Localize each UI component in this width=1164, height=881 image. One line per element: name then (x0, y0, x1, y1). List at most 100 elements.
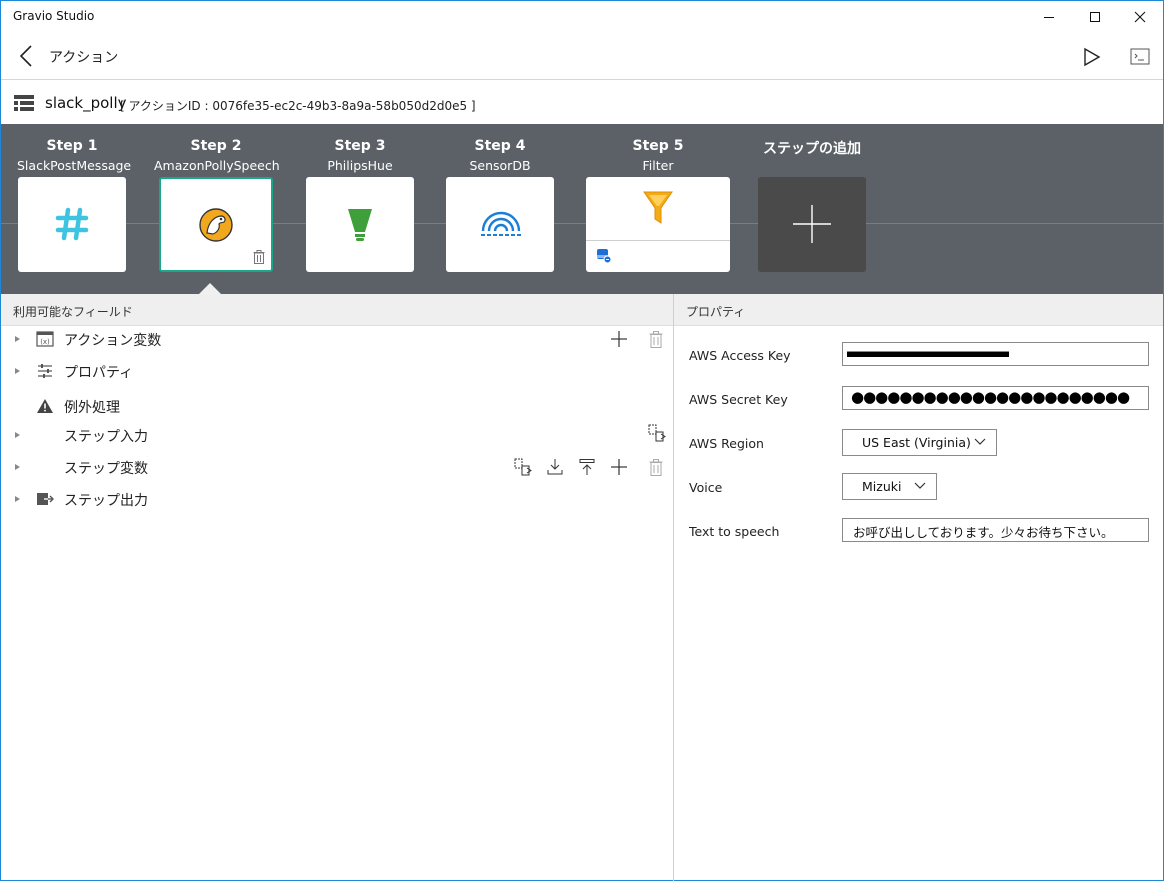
row-label: プロパティ (64, 365, 134, 381)
row-label: 例外処理 (64, 400, 120, 416)
row-label: ステップ出力 (64, 493, 148, 509)
sliders-icon (38, 364, 52, 378)
tree-row-step-variables[interactable]: ステップ変数 (1, 453, 673, 483)
maximize-button[interactable] (1072, 1, 1118, 33)
back-button[interactable] (13, 43, 39, 69)
masked-text (847, 351, 1009, 357)
app-title: Gravio Studio (13, 9, 95, 23)
trash-icon (649, 458, 663, 476)
aws-region-select[interactable]: US East (Virginia) (842, 429, 997, 456)
nav-bar: アクション (1, 33, 1163, 79)
step-number: Step 1 (46, 138, 98, 154)
mapping-icon (648, 424, 666, 442)
expand-icon[interactable] (15, 464, 20, 470)
export-button[interactable] (576, 456, 598, 478)
output-icon (37, 493, 54, 505)
close-icon (1134, 11, 1146, 23)
expand-icon[interactable] (15, 432, 20, 438)
hue-bulb-icon (348, 209, 372, 241)
plus-icon (611, 459, 627, 475)
select-value: US East (Virginia) (862, 435, 971, 450)
step-number: Step 2 (190, 138, 242, 154)
selected-step-pointer (199, 283, 221, 294)
minimize-icon (1044, 17, 1054, 18)
tree-row-action-variables[interactable]: (x) アクション変数 (1, 325, 673, 355)
trash-icon (649, 330, 663, 348)
step-card[interactable] (586, 177, 730, 272)
fields-panel-header: 利用可能なフィールド (1, 294, 673, 326)
sensor-wave-icon (481, 211, 521, 236)
action-id: [ アクションID : 0076fe35-ec2c-49b3-8a9a-58b0… (120, 99, 476, 113)
aws-region-label: AWS Region (689, 436, 764, 451)
text-to-speech-label: Text to speech (689, 524, 780, 539)
step-number: Step 4 (474, 138, 526, 154)
select-value: Mizuki (862, 479, 902, 494)
variable-icon: (x) (36, 331, 54, 347)
row-label: ステップ入力 (64, 429, 148, 445)
voice-label: Voice (689, 480, 723, 495)
tree-row-step-input[interactable]: ステップ入力 (1, 421, 673, 451)
play-icon (1084, 47, 1101, 67)
text-to-speech-input[interactable]: お呼び出ししております。少々お待ち下さい。 (842, 518, 1149, 542)
aws-access-key-input[interactable] (842, 342, 1149, 366)
add-step-label: ステップの追加 (763, 141, 861, 157)
console-icon (1130, 48, 1150, 65)
tree-row-properties[interactable]: プロパティ (1, 357, 673, 387)
expand-icon[interactable] (15, 336, 20, 342)
aws-secret-key-label: AWS Secret Key (689, 392, 788, 407)
step-card-selected[interactable] (159, 177, 273, 272)
title-bar: Gravio Studio (1, 1, 1163, 33)
delete-variable-button[interactable] (645, 328, 667, 350)
row-label: アクション変数 (64, 333, 162, 349)
close-button[interactable] (1117, 1, 1163, 33)
step-number: Step 3 (334, 138, 386, 154)
voice-select[interactable]: Mizuki (842, 473, 937, 500)
card-divider (586, 240, 730, 241)
step-type: AmazonPollySpeech (154, 158, 280, 173)
svg-text:(x): (x) (40, 338, 50, 346)
chevron-down-icon (974, 438, 986, 445)
maximize-icon (1090, 12, 1100, 22)
delete-step-icon[interactable] (253, 250, 265, 264)
add-step-variable-button[interactable] (608, 456, 630, 478)
tree-row-step-output[interactable]: ステップ出力 (1, 485, 673, 515)
minimize-button[interactable] (1026, 1, 1072, 33)
password-dots: ●●●●●●●●●●●●●●●●●●●●●●● (851, 388, 1130, 406)
warning-icon (37, 399, 53, 413)
add-variable-button[interactable] (608, 328, 630, 350)
expand-icon[interactable] (15, 496, 20, 502)
step-type: SlackPostMessage (17, 158, 132, 173)
step-card[interactable] (306, 177, 414, 272)
plus-icon (611, 331, 627, 347)
database-condition-icon[interactable] (596, 248, 612, 264)
upload-icon (579, 459, 595, 475)
action-name: slack_polly (45, 94, 127, 112)
back-arrow-icon (19, 45, 32, 67)
console-button[interactable] (1127, 45, 1153, 69)
tree-row-exception-handling[interactable]: 例外処理 (1, 392, 673, 422)
download-icon (547, 459, 563, 475)
step-type: SensorDB (469, 158, 531, 173)
add-step-button[interactable] (758, 177, 866, 272)
import-button[interactable] (544, 456, 566, 478)
step-type: Filter (642, 158, 674, 173)
action-list-icon (14, 95, 34, 111)
chevron-down-icon (914, 482, 926, 489)
step-type: PhilipsHue (327, 158, 393, 173)
delete-step-variable-button[interactable] (645, 456, 667, 478)
step-card[interactable] (18, 177, 126, 272)
step-number: Step 5 (632, 138, 684, 154)
action-header: slack_polly [ アクションID : 0076fe35-ec2c-49… (1, 80, 1163, 124)
row-label: ステップ変数 (64, 461, 148, 477)
properties-panel-header: プロパティ (674, 294, 1163, 326)
step-card[interactable] (446, 177, 554, 272)
aws-secret-key-input[interactable]: ●●●●●●●●●●●●●●●●●●●●●●● (842, 386, 1149, 410)
polly-parrot-icon (199, 208, 233, 242)
panel-splitter[interactable] (673, 294, 674, 881)
aws-access-key-label: AWS Access Key (689, 348, 791, 363)
expand-icon[interactable] (15, 368, 20, 374)
page-title: アクション (49, 50, 119, 66)
run-button[interactable] (1079, 45, 1103, 69)
step-variable-mapping-button[interactable] (512, 456, 534, 478)
step-input-mapping-button[interactable] (646, 422, 668, 444)
